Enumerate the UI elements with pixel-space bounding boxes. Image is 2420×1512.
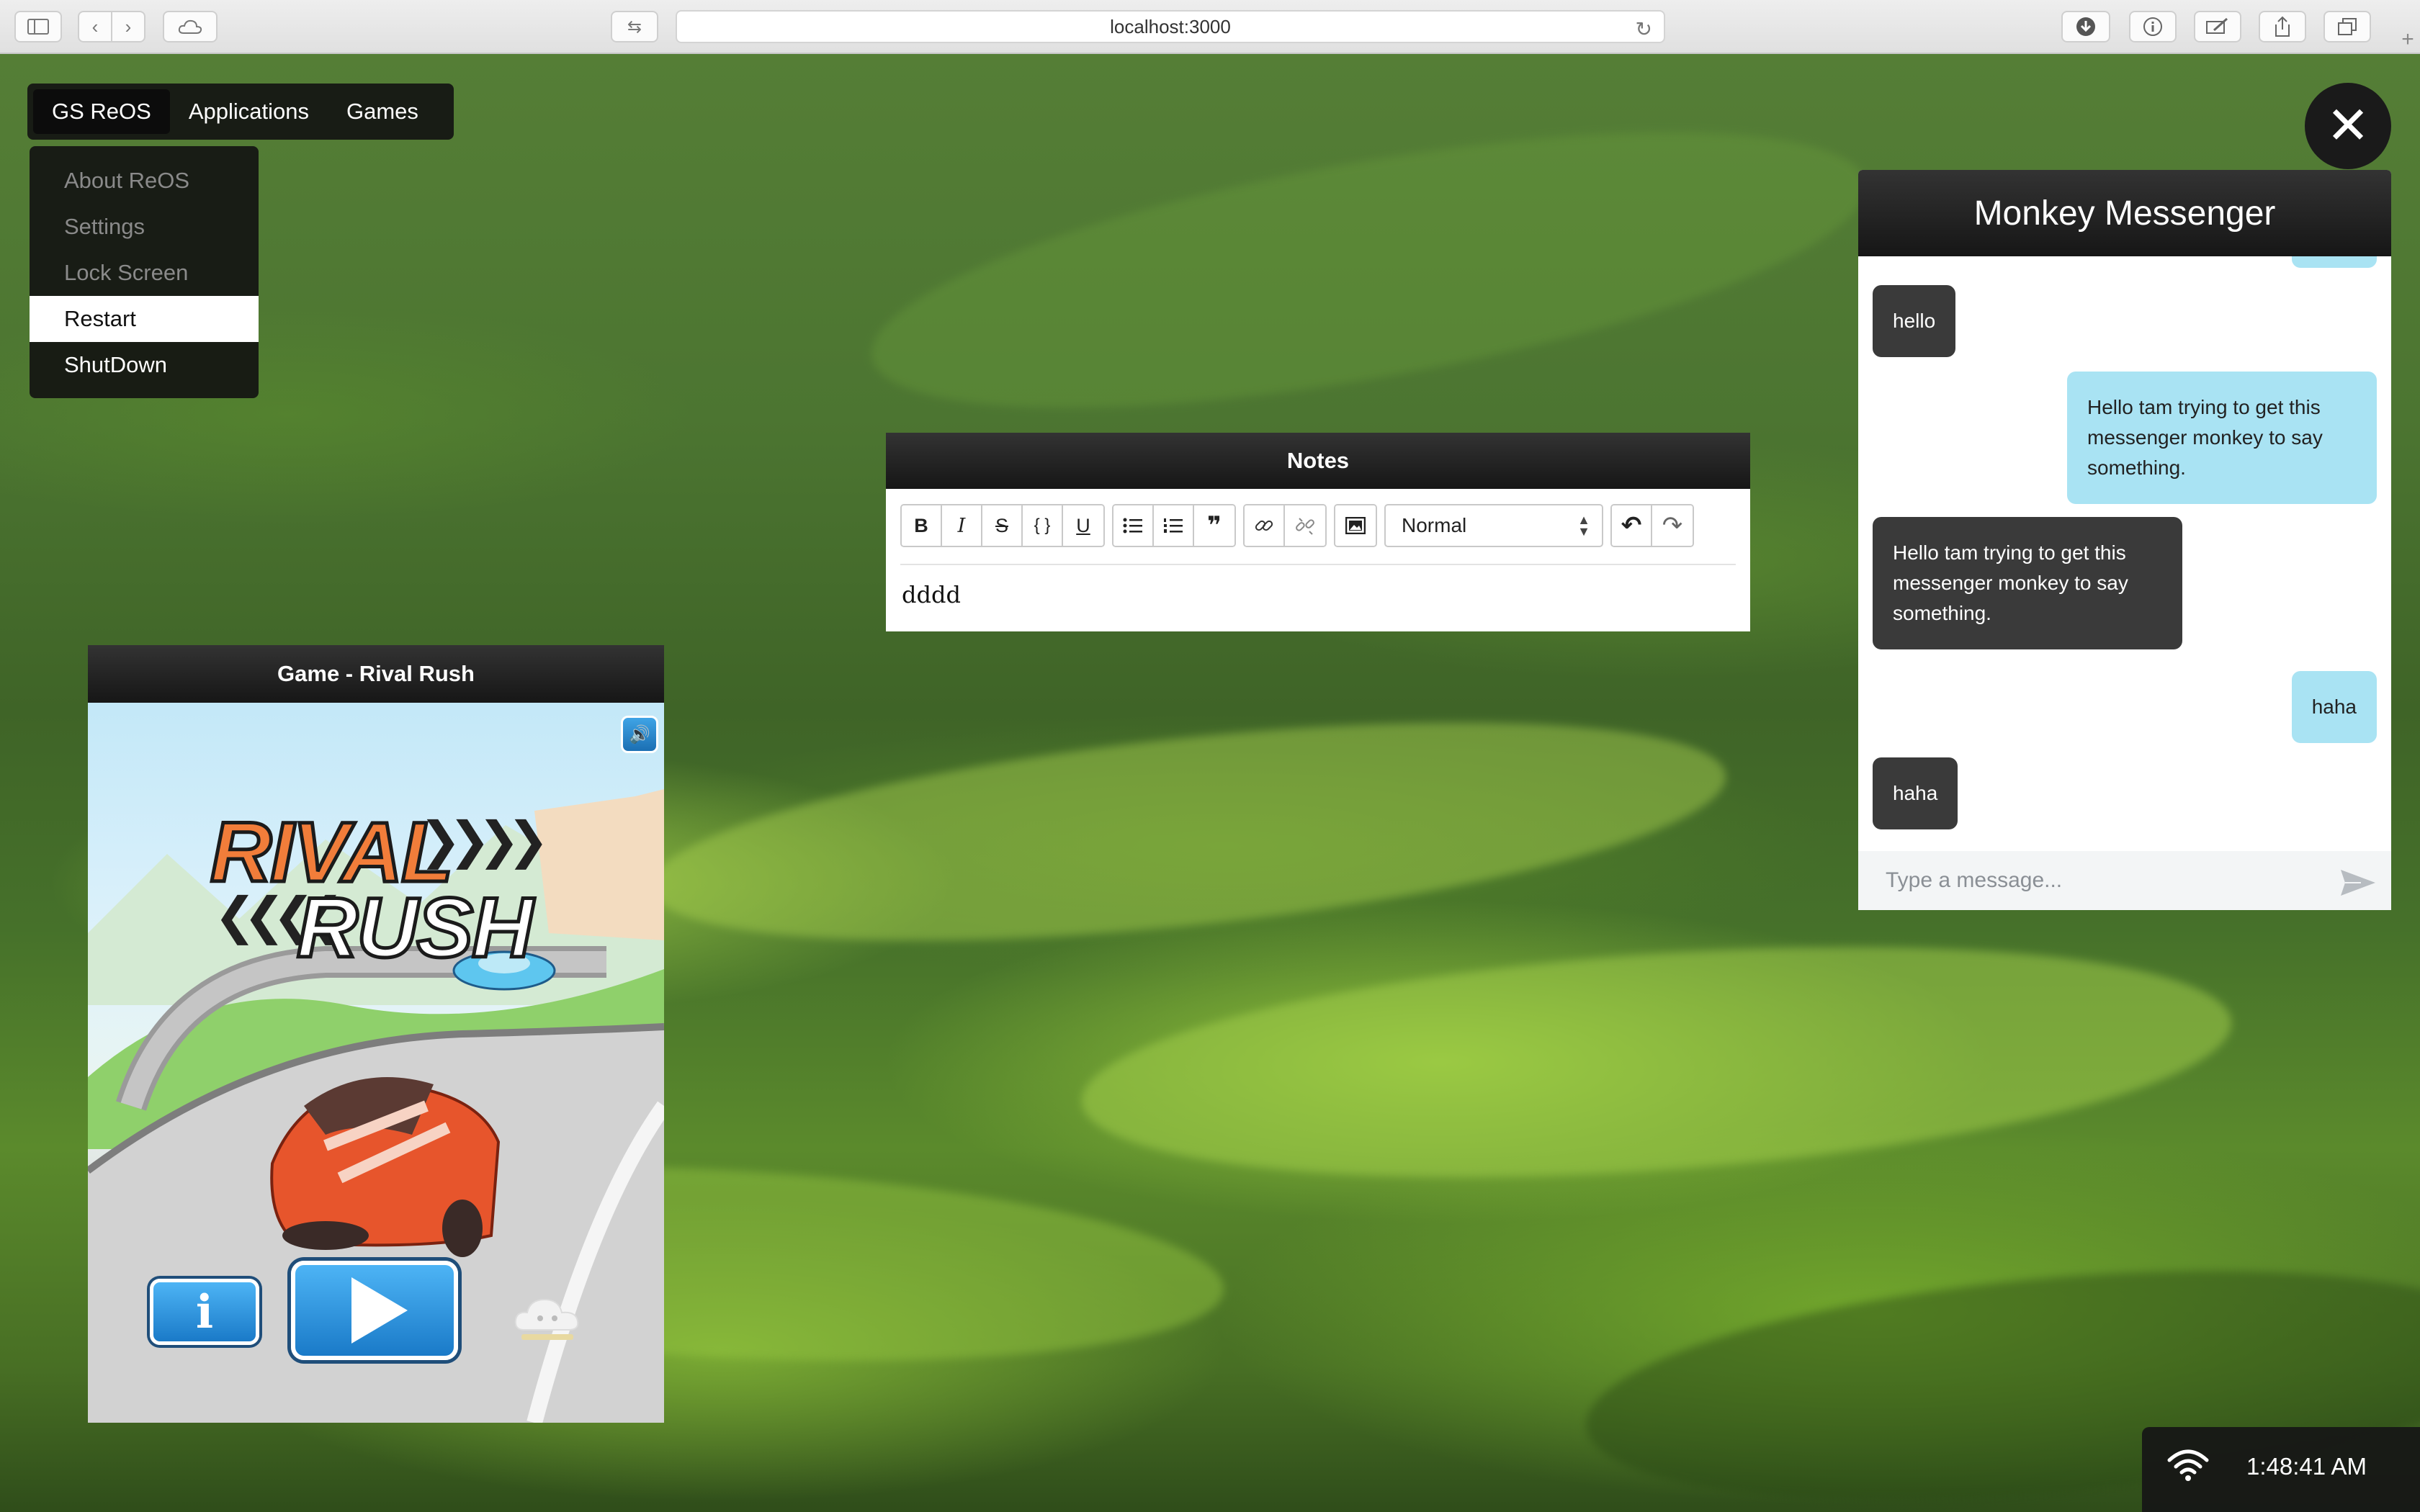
game-window: Game - Rival Rush ❯❯❯❯ ❮❮❮❮ RIVAL RUSH 🔊: [88, 645, 664, 1423]
image-icon: [1345, 517, 1366, 534]
close-button[interactable]: ✕: [2305, 83, 2391, 169]
annotate-button[interactable]: [2194, 11, 2241, 42]
menu-item-lock-screen[interactable]: Lock Screen: [30, 250, 259, 296]
bullet-list-button[interactable]: [1113, 505, 1154, 546]
code-button[interactable]: { }: [1023, 505, 1063, 546]
cloudgames-logo-icon: [514, 1298, 579, 1340]
wifi-icon[interactable]: [2166, 1447, 2210, 1483]
info-icon: i: [195, 1284, 214, 1339]
block-type-value: Normal: [1402, 514, 1467, 536]
downloads-button[interactable]: [2061, 11, 2110, 42]
notes-window: Notes B I S { } U ❞ Normal ▲ ▼ ↶ ↷ dddd: [886, 433, 1750, 631]
italic-button[interactable]: I: [942, 505, 982, 546]
bold-button[interactable]: B: [902, 505, 942, 546]
speaker-icon: 🔊: [629, 724, 650, 744]
underline-button[interactable]: U: [1063, 505, 1103, 546]
bullet-list-icon: [1123, 518, 1142, 534]
close-icon: ✕: [2326, 97, 2370, 155]
game-window-title[interactable]: Game - Rival Rush: [88, 645, 664, 703]
message-input[interactable]: Type a message...: [1858, 851, 2391, 910]
hill-highlight: [1074, 914, 2239, 1210]
messenger-title[interactable]: Monkey Messenger: [1858, 170, 2391, 256]
new-tab-button[interactable]: +: [2396, 27, 2420, 53]
ordered-list-button[interactable]: [1154, 505, 1194, 546]
sidebar-toggle-button[interactable]: [14, 11, 62, 42]
reader-swap-button[interactable]: ⇆: [611, 11, 658, 42]
system-tray: 1:48:41 AM: [2142, 1427, 2420, 1512]
game-logo-rush: RUSH: [295, 879, 534, 978]
game-info-button[interactable]: i: [150, 1279, 259, 1345]
undo-button[interactable]: ↶: [1612, 505, 1652, 546]
address-bar[interactable]: localhost:3000 ↻: [676, 10, 1665, 43]
message-list[interactable]: hello Hello tam trying to get this messe…: [1858, 256, 2391, 851]
message-bubble-partial: [2292, 256, 2377, 268]
browser-toolbar: ‹ › ⇆ localhost:3000 ↻ +: [0, 0, 2420, 54]
icloud-tabs-button[interactable]: [163, 11, 218, 42]
info-icon: [2143, 17, 2162, 36]
swap-icon: ⇆: [627, 17, 642, 37]
menu-gs-reos[interactable]: GS ReOS: [33, 89, 170, 134]
menu-applications[interactable]: Applications: [170, 89, 328, 134]
game-play-button[interactable]: [291, 1261, 458, 1360]
message-outgoing: Hello tam trying to get this messenger m…: [2067, 372, 2377, 504]
text-format-group: B I S { } U: [900, 504, 1105, 547]
media-group: [1334, 504, 1377, 547]
strikethrough-button[interactable]: S: [982, 505, 1023, 546]
link-icon: [1255, 520, 1273, 531]
send-icon[interactable]: [2339, 868, 2377, 897]
tabs-overview-button[interactable]: [2323, 11, 2371, 42]
notes-editor-content[interactable]: dddd: [902, 581, 961, 608]
chevron-left-icon: ‹: [91, 15, 99, 37]
reload-icon[interactable]: ↻: [1636, 17, 1652, 41]
gs-reos-dropdown: About ReOS Settings Lock Screen Restart …: [30, 146, 259, 398]
sidebar-icon: [27, 19, 49, 35]
game-canvas[interactable]: ❯❯❯❯ ❮❮❮❮ RIVAL RUSH 🔊 i: [88, 703, 664, 1423]
cloud-icon: [178, 19, 202, 34]
message-incoming: hello: [1873, 285, 1956, 357]
menu-item-about[interactable]: About ReOS: [30, 158, 259, 204]
ordered-list-icon: [1164, 518, 1183, 533]
menu-item-shutdown[interactable]: ShutDown: [30, 342, 259, 388]
info-button[interactable]: [2129, 11, 2177, 42]
share-button[interactable]: [2259, 11, 2306, 42]
block-type-select[interactable]: Normal ▲ ▼: [1384, 504, 1603, 547]
menu-item-restart[interactable]: Restart: [30, 296, 259, 342]
unlink-icon: [1296, 518, 1314, 535]
insert-image-button[interactable]: [1335, 505, 1376, 546]
sound-toggle-button[interactable]: 🔊: [621, 716, 658, 753]
unlink-button[interactable]: [1285, 505, 1325, 546]
notes-window-title[interactable]: Notes: [886, 433, 1750, 489]
hill-highlight: [641, 682, 1736, 981]
download-icon: [2076, 17, 2095, 36]
play-icon: [351, 1277, 408, 1344]
toolbar-divider: [900, 564, 1736, 565]
forward-button[interactable]: ›: [111, 11, 145, 42]
editor-toolbar: B I S { } U ❞ Normal ▲ ▼ ↶ ↷: [900, 504, 1694, 547]
message-incoming: haha: [1873, 757, 1958, 829]
mountain-shade: [853, 76, 1884, 464]
message-incoming: Hello tam trying to get this messenger m…: [1873, 517, 2182, 649]
clock-time[interactable]: 1:48:41 AM: [2246, 1453, 2367, 1480]
blockquote-button[interactable]: ❞: [1194, 505, 1234, 546]
menu-games[interactable]: Games: [328, 89, 437, 134]
message-outgoing: haha: [2291, 671, 2377, 743]
redo-button[interactable]: ↷: [1652, 505, 1693, 546]
share-icon: [2275, 16, 2290, 37]
os-menubar: GS ReOS Applications Games: [27, 84, 454, 140]
chevron-right-icon: ›: [125, 15, 132, 37]
url-text: localhost:3000: [1110, 15, 1231, 37]
link-group: [1243, 504, 1327, 547]
menu-item-settings[interactable]: Settings: [30, 204, 259, 250]
pen-icon: [2206, 17, 2228, 34]
history-group: ↶ ↷: [1610, 504, 1694, 547]
select-updown-icon: ▲ ▼: [1577, 513, 1590, 539]
block-format-group: ❞: [1112, 504, 1236, 547]
back-button[interactable]: ‹: [78, 11, 112, 42]
messenger-window: Monkey Messenger hello Hello tam trying …: [1858, 170, 2391, 910]
tabs-icon: [2338, 18, 2357, 35]
message-input-placeholder: Type a message...: [1886, 868, 2063, 892]
link-button[interactable]: [1245, 505, 1285, 546]
